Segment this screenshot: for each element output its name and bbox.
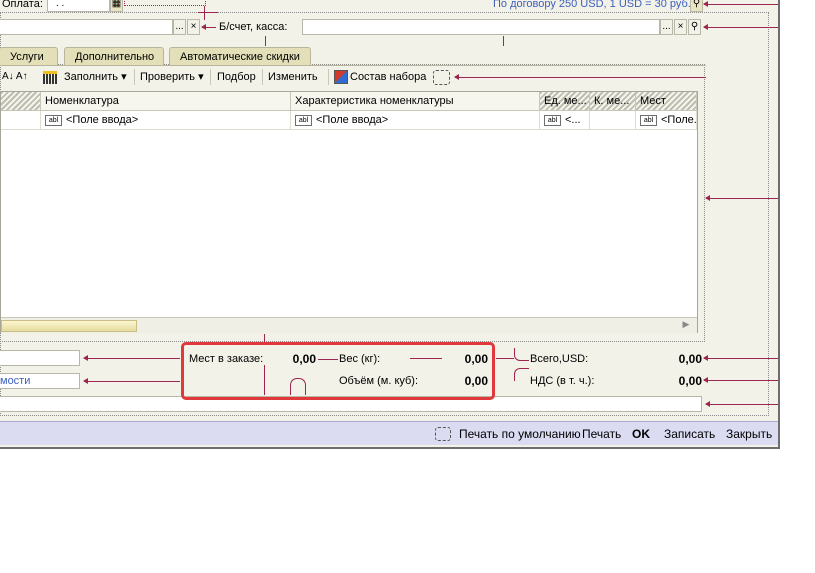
connector-line (265, 36, 266, 46)
scroll-right-icon[interactable]: ▶ (677, 319, 695, 331)
goods-table[interactable]: Номенклатура Характеристика номенклатуры… (0, 91, 698, 333)
connector-line (83, 378, 180, 384)
sort-icon[interactable]: A↓ A↑ (2, 69, 28, 85)
fill-icon[interactable] (43, 69, 57, 85)
cash-account-field[interactable] (302, 19, 660, 35)
print-default-icon[interactable] (435, 427, 451, 441)
placeholder-icon[interactable] (433, 70, 450, 85)
vat-value: 0,00 (678, 374, 702, 388)
table-cell[interactable] (590, 111, 636, 130)
table-cell[interactable]: abl<Поле... (636, 111, 697, 130)
connector-line (703, 1, 778, 7)
text-field-icon: abl (45, 114, 62, 126)
tab-services[interactable]: Услуги (0, 47, 58, 65)
connector-bracket (514, 348, 529, 361)
connector-line (703, 377, 778, 383)
table-cell[interactable] (1, 111, 41, 130)
status-bar: Печать по умолчанию Печать OK Записать З… (0, 421, 778, 445)
column-header-characteristic[interactable]: Характеристика номенклатуры (291, 92, 540, 111)
connector-line (703, 24, 778, 30)
connector-line (201, 24, 216, 30)
save-button[interactable]: Записать (664, 427, 715, 441)
connector-line (198, 12, 218, 13)
connector-line (705, 195, 778, 201)
close-button[interactable]: Закрыть (726, 427, 772, 441)
set-composition-button[interactable]: Состав набора (350, 69, 426, 85)
connector-line (454, 74, 706, 80)
clear-button[interactable]: × (674, 19, 687, 35)
text-field-icon: abl (640, 114, 657, 126)
tab-additional[interactable]: Дополнительно (64, 47, 164, 65)
column-header-coefficient[interactable]: К. ме... (590, 92, 636, 111)
column-header-unit[interactable]: Ед. ме... (540, 92, 590, 111)
text-field-icon: abl (544, 114, 561, 126)
search-icon[interactable]: ⚲ (688, 19, 701, 35)
contract-note[interactable]: По договору 250 USD, 1 USD = 30 руб. (493, 0, 691, 10)
cash-select-field[interactable] (0, 19, 173, 35)
toolbar-separator (328, 69, 329, 85)
horizontal-scrollbar[interactable]: ▶ (1, 317, 697, 333)
clear-button[interactable]: × (187, 19, 200, 35)
payment-frame (124, 0, 206, 6)
totals-highlight (181, 342, 495, 400)
check-button[interactable]: Проверить ▾ (140, 69, 204, 85)
vat-label: НДС (в т. ч.): (530, 375, 595, 387)
print-button[interactable]: Печать (582, 427, 621, 441)
payment-date-field[interactable]: . . (47, 0, 110, 12)
left-field[interactable] (0, 350, 80, 366)
tab-strip-line (0, 65, 706, 66)
cash-label: Б/счет, касса: (219, 21, 288, 33)
select-button[interactable]: ... (660, 19, 673, 35)
table-cell[interactable]: abl <... (540, 111, 590, 130)
connector-line (496, 358, 514, 359)
scrollbar-thumb[interactable] (1, 320, 137, 332)
print-default-button[interactable]: Печать по умолчанию (459, 427, 581, 441)
connector-line (204, 6, 205, 20)
left-field-2[interactable]: мости (0, 373, 80, 389)
connector-line (264, 334, 265, 342)
selection-button[interactable]: Подбор (217, 69, 256, 85)
connector-bracket (514, 368, 529, 381)
total-label: Всего,USD: (530, 353, 589, 365)
column-header-nomenclature[interactable]: Номенклатура (41, 92, 291, 111)
select-button[interactable]: ... (173, 19, 186, 35)
text-field-icon: abl (295, 114, 312, 126)
connector-line (83, 355, 180, 361)
payment-label: Оплата: (2, 0, 43, 10)
search-icon[interactable]: ⚲ (690, 0, 703, 12)
toolbar-separator (262, 69, 263, 85)
toolbar-separator (210, 69, 211, 85)
tab-auto-discounts[interactable]: Автоматические скидки (169, 47, 311, 65)
connector-line (705, 401, 778, 407)
calendar-icon[interactable]: ▦ (110, 0, 123, 12)
table-cell[interactable]: abl <Поле ввода> (41, 111, 291, 130)
set-composition-icon[interactable] (334, 69, 348, 85)
total-value: 0,00 (678, 352, 702, 366)
toolbar-separator (134, 69, 135, 85)
fill-button[interactable]: Заполнить ▾ (64, 69, 127, 85)
column-header-places[interactable]: Мест (636, 92, 697, 111)
connector-line (503, 36, 504, 46)
column-header-marker (1, 92, 41, 111)
edit-button[interactable]: Изменить (268, 69, 318, 85)
table-cell[interactable]: abl <Поле ввода> (291, 111, 540, 130)
connector-line (703, 355, 778, 361)
ok-button[interactable]: OK (632, 427, 650, 441)
